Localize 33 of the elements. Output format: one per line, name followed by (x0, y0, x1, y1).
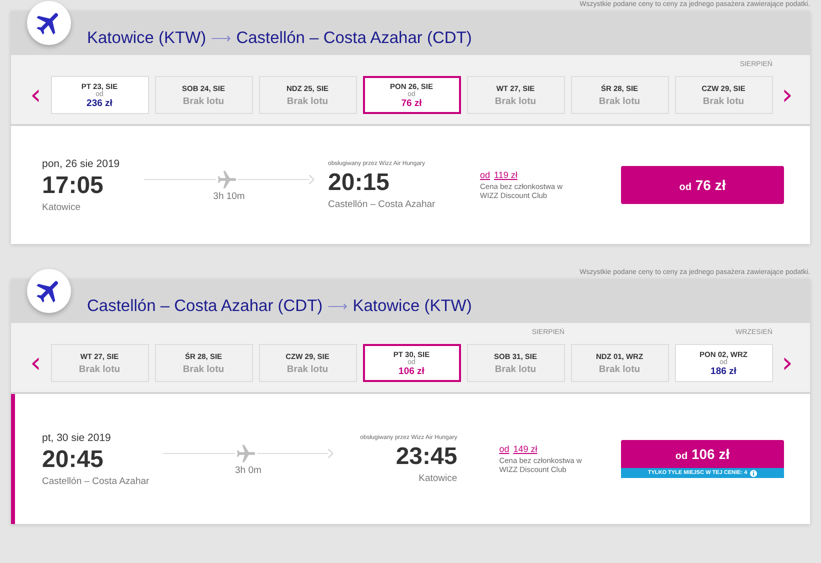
arrival-city: Katowice (418, 472, 458, 484)
route-origin: Castellón – Costa Azahar (CDT) (87, 296, 323, 316)
previous-dates-button[interactable]: ‹ (23, 76, 48, 114)
select-fare-button[interactable]: od 76 zł (621, 166, 784, 204)
departure-city: Castellón – Costa Azahar (42, 476, 150, 486)
next-dates-button[interactable]: › (774, 344, 800, 382)
info-icon (750, 470, 758, 476)
flight-duration: 3h 10m (213, 190, 245, 202)
flight-date: pon, 26 sie 2019 (42, 158, 121, 170)
regular-price-prefix-link[interactable]: od (480, 170, 490, 180)
plane-icon (216, 168, 238, 190)
next-dates-button[interactable]: › (774, 76, 800, 114)
route-origin: Katowice (KTW) (87, 28, 206, 48)
plane-icon (234, 442, 257, 464)
regular-price-link[interactable]: 119 zł (494, 170, 518, 180)
route-destination: Katowice (KTW) (352, 296, 472, 316)
arrival-time: 23:45 (396, 442, 458, 470)
regular-price-link[interactable]: 149 zł (513, 444, 538, 454)
arrow-head-icon (328, 449, 334, 458)
arrow-head-icon (309, 175, 314, 184)
route-destination: Castellón – Costa Azahar (CDT) (236, 28, 472, 48)
arrival-city: Castellón – Costa Azahar (328, 198, 436, 210)
departure-city: Katowice (42, 202, 82, 212)
departure-time: 20:45 (42, 446, 104, 474)
select-fare-button[interactable]: od 106 zł (621, 440, 784, 468)
regular-price-prefix-link[interactable]: od (499, 444, 510, 454)
departure-time: 17:05 (42, 172, 104, 200)
route-arrow: ⟶ (211, 30, 232, 46)
arrival-time: 20:15 (328, 168, 390, 196)
flight-duration: 3h 0m (235, 464, 262, 476)
previous-dates-button[interactable]: ‹ (23, 344, 48, 382)
flight-date: pt, 30 sie 2019 (42, 432, 112, 444)
route-arrow: ⟶ (328, 298, 348, 314)
